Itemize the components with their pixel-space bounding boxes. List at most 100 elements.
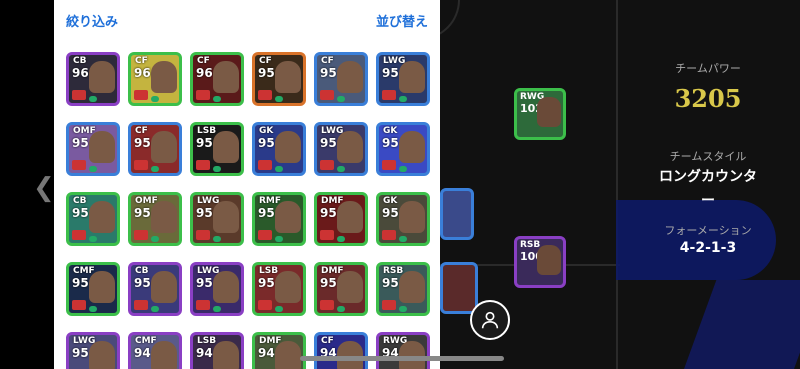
level-indicator xyxy=(337,236,345,242)
user-profile-button[interactable] xyxy=(470,300,510,340)
player-card[interactable]: CB 96 xyxy=(66,52,120,106)
club-badge-icon xyxy=(382,160,396,170)
level-indicator xyxy=(89,236,97,242)
card-rating: 95 xyxy=(258,206,275,220)
player-card[interactable]: CF 95 xyxy=(128,122,182,176)
pitch-player-card-partial[interactable] xyxy=(440,262,478,314)
card-position: CB xyxy=(73,56,87,66)
player-card[interactable]: LSB 94 xyxy=(190,332,244,369)
player-portrait xyxy=(213,61,239,93)
player-portrait xyxy=(89,341,115,369)
card-position: RSB xyxy=(383,266,404,276)
player-portrait xyxy=(337,131,363,163)
level-indicator xyxy=(399,306,407,312)
card-rating: 95 xyxy=(196,136,213,150)
player-card[interactable]: LWG 95 xyxy=(190,262,244,316)
player-card[interactable]: OMF 95 xyxy=(66,122,120,176)
player-portrait xyxy=(275,271,301,303)
player-card[interactable]: CF 94 xyxy=(314,332,368,369)
player-card[interactable]: LSB 95 xyxy=(252,262,306,316)
player-portrait xyxy=(399,341,425,369)
card-rating: 96 xyxy=(134,66,151,80)
player-portrait xyxy=(399,61,425,93)
player-portrait xyxy=(399,201,425,233)
player-card[interactable]: DMF 94 xyxy=(252,332,306,369)
player-card[interactable]: RMF 95 xyxy=(252,192,306,246)
filter-button[interactable]: 絞り込み xyxy=(66,11,118,30)
player-card[interactable]: RSB 95 xyxy=(376,262,430,316)
card-rating: 96 xyxy=(72,66,89,80)
player-portrait xyxy=(213,271,239,303)
card-rating: 95 xyxy=(134,206,151,220)
pitch-player-card[interactable]: RWG 102 xyxy=(514,88,566,140)
club-badge-icon xyxy=(196,160,210,170)
player-card[interactable]: CMF 95 xyxy=(66,262,120,316)
level-indicator xyxy=(213,236,221,242)
card-rating: 95 xyxy=(320,66,337,80)
player-card[interactable]: CF 95 xyxy=(252,52,306,106)
level-indicator xyxy=(89,306,97,312)
level-indicator xyxy=(275,306,283,312)
player-card[interactable]: OMF 95 xyxy=(128,192,182,246)
club-badge-icon xyxy=(320,230,334,240)
player-portrait xyxy=(275,201,301,233)
card-rating: 95 xyxy=(134,136,151,150)
player-card[interactable]: CF 96 xyxy=(128,52,182,106)
level-indicator xyxy=(399,166,407,172)
card-rating: 96 xyxy=(196,66,213,80)
player-card[interactable]: DMF 95 xyxy=(314,262,368,316)
player-card[interactable]: CF 96 xyxy=(190,52,244,106)
player-portrait xyxy=(213,341,239,369)
club-badge-icon xyxy=(134,90,148,100)
card-rating: 95 xyxy=(258,66,275,80)
level-indicator xyxy=(275,166,283,172)
player-portrait xyxy=(337,271,363,303)
player-card[interactable]: CF 95 xyxy=(314,52,368,106)
player-portrait xyxy=(213,131,239,163)
player-card[interactable]: DMF 95 xyxy=(314,192,368,246)
card-rating: 94 xyxy=(134,346,151,360)
player-card[interactable]: LSB 95 xyxy=(190,122,244,176)
home-indicator xyxy=(300,356,504,361)
pitch-player-card[interactable]: RSB 100 xyxy=(514,236,566,288)
club-badge-icon xyxy=(382,90,396,100)
sort-button[interactable]: 並び替え xyxy=(376,11,428,30)
player-card[interactable]: RWG 94 xyxy=(376,332,430,369)
club-badge-icon xyxy=(72,230,86,240)
card-rating: 95 xyxy=(320,206,337,220)
level-indicator xyxy=(151,166,159,172)
player-portrait xyxy=(151,61,177,93)
card-position: LSB xyxy=(197,336,217,346)
club-badge-icon xyxy=(320,90,334,100)
card-rating: 95 xyxy=(382,276,399,290)
player-card[interactable]: GK 95 xyxy=(376,122,430,176)
player-card[interactable]: GK 95 xyxy=(376,192,430,246)
club-badge-icon xyxy=(196,230,210,240)
club-badge-icon xyxy=(72,300,86,310)
player-portrait xyxy=(275,131,301,163)
player-portrait xyxy=(537,245,561,275)
card-rating: 95 xyxy=(258,136,275,150)
player-card[interactable]: GK 95 xyxy=(252,122,306,176)
card-rating: 95 xyxy=(382,206,399,220)
player-portrait xyxy=(89,61,115,93)
user-icon xyxy=(481,311,499,329)
club-badge-icon xyxy=(320,160,334,170)
card-position: CF xyxy=(321,56,334,66)
pitch-player-card-partial[interactable] xyxy=(440,188,474,240)
player-card[interactable]: CB 95 xyxy=(66,192,120,246)
player-portrait xyxy=(89,271,115,303)
player-card[interactable]: LWG 95 xyxy=(314,122,368,176)
team-style-value: ロングカウンタ xyxy=(659,169,757,185)
player-card[interactable]: LWG 95 xyxy=(66,332,120,369)
player-card[interactable]: CMF 94 xyxy=(128,332,182,369)
player-portrait xyxy=(151,341,177,369)
level-indicator xyxy=(275,96,283,102)
club-badge-icon xyxy=(258,90,272,100)
chevron-left-icon[interactable]: ❮ xyxy=(33,173,55,203)
player-card[interactable]: LWG 95 xyxy=(190,192,244,246)
player-card[interactable]: LWG 95 xyxy=(376,52,430,106)
player-card-grid: CB 96 CF 96 CF 96 CF 95 CF 95 LWG 95 OMF 95 CF 95 LSB 95 G… xyxy=(66,52,430,369)
level-indicator xyxy=(89,96,97,102)
player-card[interactable]: CB 95 xyxy=(128,262,182,316)
